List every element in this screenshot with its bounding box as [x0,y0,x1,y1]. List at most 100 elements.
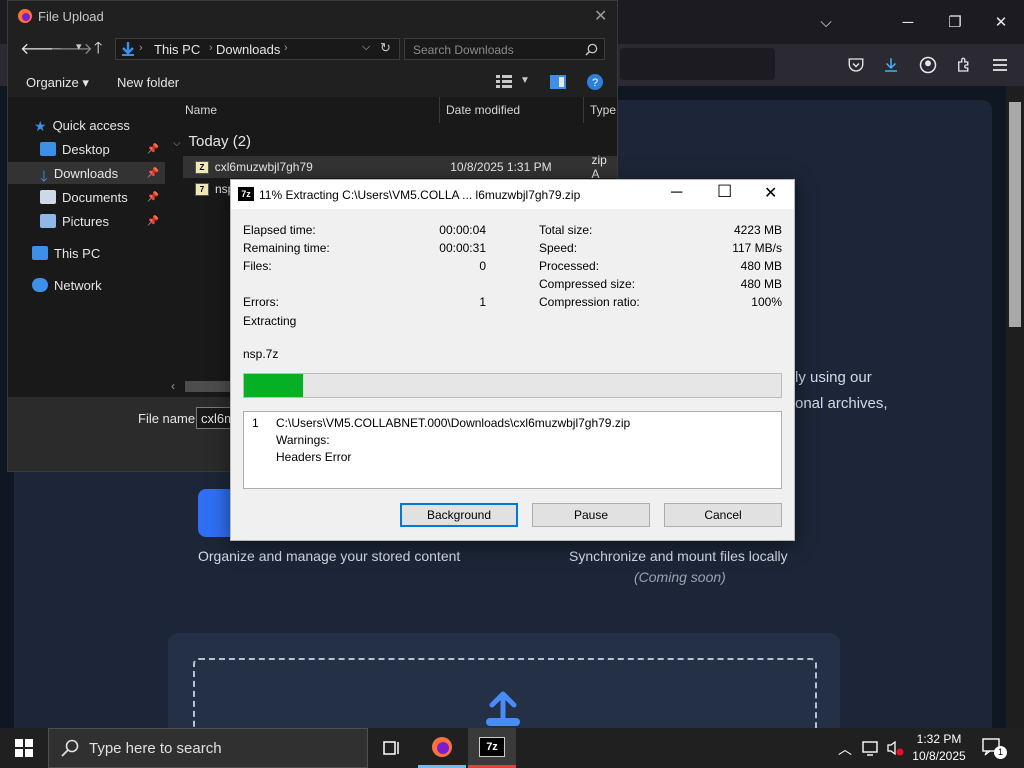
log-path: C:\Users\VM5.COLLABNET.000\Downloads\cxl… [276,416,631,430]
column-separator[interactable] [439,97,440,123]
log-warnings: Warnings: [276,433,330,447]
extensions-button[interactable] [946,47,982,83]
nav-item-label: Downloads [53,165,119,181]
network-tray-icon[interactable] [862,740,880,756]
column-separator[interactable] [583,97,584,123]
search-icon [585,43,598,56]
hamburger-menu-icon [993,59,1007,71]
nav-item-label: Network [54,277,102,293]
nav-item-label: Documents [62,189,128,205]
new-folder-button[interactable]: New folder [117,75,179,90]
computer-icon [32,246,48,260]
current-file: nsp.7z [243,347,279,361]
tab-list-button[interactable]: ⌵ [808,4,844,40]
file-upload-navbar: 🡐 🡒 ▾ 🡑 › This PC › Downloads › ⌵ ↻ Sear… [8,31,617,65]
file-upload-titlebar: File Upload ✕ [8,1,617,31]
files-label: Files: [243,259,272,273]
nav-item-label: Pictures [62,213,109,229]
nav-item-quick-access[interactable]: ★ Quick access [8,114,165,136]
extract-dialog-title: 11% Extracting C:\Users\VM5.COLLA ... l6… [259,188,581,202]
minimize-button[interactable]: ─ [890,4,926,40]
page-scrollbar-thumb[interactable] [1009,102,1021,327]
puzzle-icon [958,57,969,72]
compressed-size-value: 480 MB [740,277,782,291]
nav-item-label: Desktop [62,141,110,157]
taskbar-search-box[interactable]: Type here to search [48,728,368,768]
errors-label: Errors: [243,295,279,309]
feature-button[interactable] [198,489,232,537]
forward-arrow-icon[interactable]: 🡒 [50,38,93,59]
address-dropdown-chevron-icon[interactable]: ⌵ [362,41,370,54]
app-menu-button[interactable] [982,47,1018,83]
pocket-button[interactable] [838,47,874,83]
notification-center-button[interactable]: 1 [982,738,1007,759]
breadcrumb-this-pc[interactable]: This PC [154,42,200,57]
search-icon [61,739,79,757]
start-button[interactable] [0,728,48,768]
refresh-icon[interactable]: ↻ [380,40,391,56]
up-arrow-icon[interactable]: 🡑 [94,37,102,64]
taskbar: Type here to search 7z ︿ 1:32 PM 10/8/20… [0,728,1024,768]
help-icon[interactable]: ? [586,73,604,91]
close-window-button[interactable]: ✕ [983,4,1019,40]
file-upload-title: File Upload [38,9,104,24]
address-bar[interactable]: › This PC › Downloads › ⌵ ↻ [115,38,400,60]
nav-item-pictures[interactable]: Pictures 📌 [8,210,165,232]
scroll-left-icon[interactable]: ‹ [171,379,175,393]
search-placeholder: Search Downloads [413,43,514,57]
close-icon[interactable]: ✕ [594,6,607,26]
view-options-icon[interactable] [496,75,512,89]
search-downloads-input[interactable]: Search Downloads [404,38,605,60]
volume-muted-icon[interactable] [886,740,904,756]
organize-menu[interactable]: Organize ▾ [26,75,89,91]
breadcrumb-downloads[interactable]: Downloads [216,42,280,57]
taskbar-7zip[interactable]: 7z [468,728,516,768]
extract-dialog-titlebar: 7z 11% Extracting C:\Users\VM5.COLLA ...… [231,180,794,209]
total-size-label: Total size: [539,223,593,237]
url-bar[interactable] [620,48,775,80]
windows-icon [15,739,33,757]
column-name[interactable]: Name [185,97,217,123]
star-icon: ★ [34,118,47,134]
zip-file-icon: Z [195,160,209,174]
minimize-icon[interactable]: ─ [671,184,682,202]
recent-locations-chevron-icon[interactable]: ▾ [76,40,82,53]
nav-item-label: This PC [54,245,101,261]
taskbar-firefox[interactable] [418,728,466,768]
message-log[interactable]: 1 C:\Users\VM5.COLLABNET.000\Downloads\c… [243,411,782,489]
speed-value: 117 MB/s [732,241,782,255]
account-button[interactable] [910,47,946,83]
column-type[interactable]: Type [590,97,616,123]
processed-label: Processed: [539,259,600,273]
nav-item-desktop[interactable]: Desktop 📌 [8,138,165,160]
nav-item-downloads[interactable]: 🡓 Downloads 📌 [8,162,165,185]
show-hidden-icons-chevron-icon[interactable]: ︿ [838,739,852,759]
nav-item-network[interactable]: Network [8,274,165,296]
file-name: cxl6muzwbjl7gh79 [214,160,313,174]
close-icon[interactable]: ✕ [764,183,777,203]
maximize-icon[interactable]: ☐ [717,182,732,202]
notification-count-badge: 1 [994,746,1007,759]
downloads-folder-icon [122,42,134,56]
breadcrumb-separator-icon: › [284,42,288,54]
file-row[interactable]: Z cxl6muzwbjl7gh79 10/8/2025 1:31 PM zip… [183,153,617,181]
downloads-button[interactable] [873,47,909,83]
file-name-label: File name: [138,411,199,426]
nav-item-documents[interactable]: Documents 📌 [8,186,165,208]
remaining-time-label: Remaining time: [243,241,330,255]
cancel-button[interactable]: Cancel [664,503,782,527]
restore-button[interactable]: ❐ [937,4,973,40]
intro-text-line1: ly using our [795,369,872,386]
task-view-button[interactable] [368,728,416,768]
view-options-chevron-icon[interactable]: ▼ [520,75,530,86]
progress-bar [243,373,782,398]
navigation-pane: ★ Quick access Desktop 📌 🡓 Downloads 📌 D… [8,97,165,397]
background-button[interactable]: Background [400,503,518,527]
group-header[interactable]: ⌵ Today (2) [173,133,251,150]
pause-button[interactable]: Pause [532,503,650,527]
nav-item-this-pc[interactable]: This PC [8,242,165,264]
column-date-modified[interactable]: Date modified [446,97,520,123]
preview-pane-icon[interactable] [550,75,566,89]
clock[interactable]: 1:32 PM 10/8/2025 [906,732,972,763]
file-type: zip A [591,153,607,181]
